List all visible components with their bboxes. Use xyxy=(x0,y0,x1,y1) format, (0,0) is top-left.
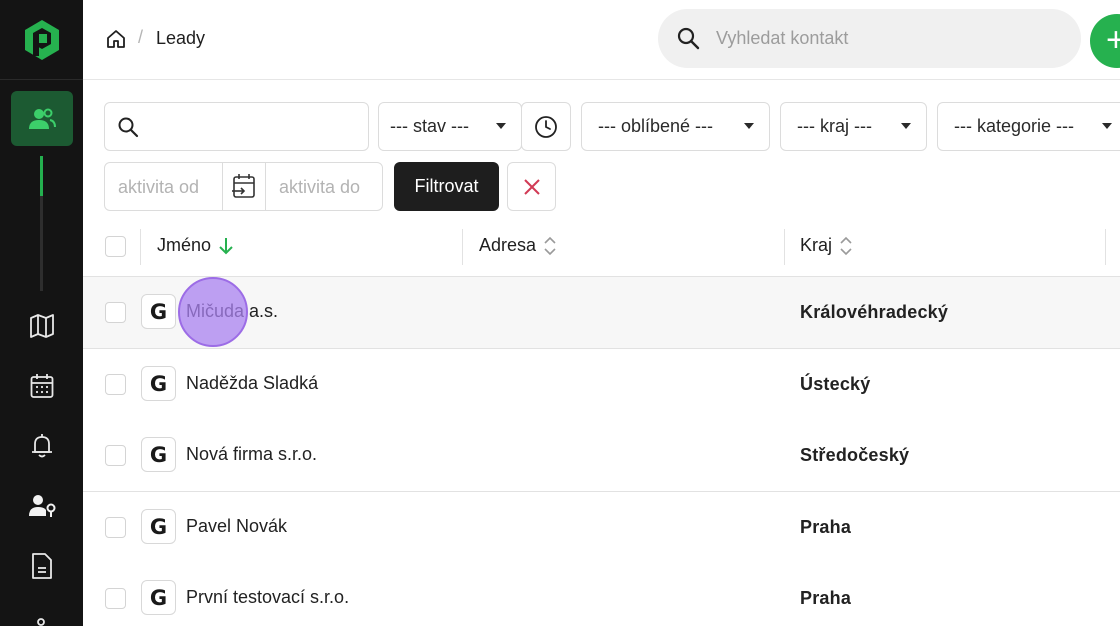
favorites-select-label: --- oblíbené --- xyxy=(598,116,714,136)
breadcrumb-separator: / xyxy=(138,27,144,47)
add-lead-button[interactable]: + xyxy=(1090,14,1120,68)
select-all-checkbox[interactable] xyxy=(105,236,126,257)
category-select[interactable]: --- kategorie --- xyxy=(937,102,1120,151)
table-row[interactable]: G První testovací s.r.o. Praha xyxy=(83,563,1120,626)
lead-region: Královéhradecký xyxy=(800,302,949,322)
nav-leads[interactable] xyxy=(11,91,73,146)
row-checkbox[interactable] xyxy=(105,517,126,538)
table-search xyxy=(104,102,369,151)
breadcrumb-current: Leady xyxy=(156,28,206,48)
history-button[interactable] xyxy=(521,102,571,151)
nav-track-active xyxy=(40,156,43,196)
chevron-down-icon xyxy=(901,123,911,129)
home-icon[interactable] xyxy=(105,28,127,50)
sidebar xyxy=(0,0,83,626)
close-icon xyxy=(523,178,540,195)
table-search-input[interactable] xyxy=(147,113,357,141)
lead-name-link[interactable]: Nová firma s.r.o. xyxy=(186,444,317,465)
top-header: / Leady + xyxy=(83,0,1120,80)
lead-name-link[interactable]: První testovací s.r.o. xyxy=(186,587,349,608)
sort-icon xyxy=(840,236,852,255)
google-source-badge: G xyxy=(141,580,176,615)
bell-icon[interactable] xyxy=(27,431,57,461)
lead-name-link[interactable]: Mičuda a.s. xyxy=(186,301,278,322)
lead-name-link[interactable]: Pavel Novák xyxy=(186,516,287,537)
lead-region: Středočeský xyxy=(800,445,910,465)
activity-to-input[interactable] xyxy=(279,173,377,201)
map-icon[interactable] xyxy=(27,311,57,341)
status-select-label: --- stav --- xyxy=(390,116,469,136)
column-name-label: Jméno xyxy=(157,235,212,255)
sort-icon xyxy=(544,236,556,255)
filter-button[interactable]: Filtrovat xyxy=(394,162,499,211)
google-source-badge: G xyxy=(141,294,176,329)
search-icon xyxy=(118,117,139,138)
lead-region: Ústecký xyxy=(800,374,871,394)
table-row[interactable]: G Pavel Novák Praha xyxy=(83,492,1120,564)
document-icon[interactable] xyxy=(27,551,57,581)
date-range-icon[interactable] xyxy=(223,163,265,210)
column-name-header[interactable]: Jméno xyxy=(157,235,233,256)
lead-region: Praha xyxy=(800,517,852,537)
activity-from-input[interactable] xyxy=(118,173,220,201)
row-checkbox[interactable] xyxy=(105,374,126,395)
lead-name-link[interactable]: Naděžda Sladká xyxy=(186,373,318,394)
table-row[interactable]: G Mičuda a.s. Královéhradecký xyxy=(83,277,1120,349)
table-header: Jméno Adresa Kraj xyxy=(83,217,1120,277)
activity-date-range xyxy=(104,162,383,211)
lead-region: Praha xyxy=(800,588,852,608)
chevron-down-icon xyxy=(496,123,506,129)
chevron-down-icon xyxy=(744,123,754,129)
column-address-label: Adresa xyxy=(479,235,537,255)
clear-filters-button[interactable] xyxy=(507,162,556,211)
table-row[interactable]: G Nová firma s.r.o. Středočeský xyxy=(83,420,1120,492)
column-region-label: Kraj xyxy=(800,235,833,255)
contact-search-input[interactable] xyxy=(716,23,1056,53)
column-address-header[interactable]: Adresa xyxy=(479,235,556,256)
calendar-icon[interactable] xyxy=(27,371,57,401)
sort-desc-icon xyxy=(219,237,233,254)
google-source-badge: G xyxy=(141,366,176,401)
clock-icon xyxy=(535,115,557,138)
row-checkbox[interactable] xyxy=(105,302,126,323)
partial-nav-icon[interactable] xyxy=(27,608,57,626)
user-key-icon[interactable] xyxy=(27,491,57,521)
logo-icon[interactable] xyxy=(0,0,83,80)
users-icon xyxy=(29,108,56,129)
region-select[interactable]: --- kraj --- xyxy=(780,102,927,151)
google-source-badge: G xyxy=(141,509,176,544)
google-source-badge: G xyxy=(141,437,176,472)
favorites-select[interactable]: --- oblíbené --- xyxy=(581,102,770,151)
contact-search xyxy=(658,9,1081,68)
row-checkbox[interactable] xyxy=(105,445,126,466)
chevron-down-icon xyxy=(1102,123,1112,129)
region-select-label: --- kraj --- xyxy=(797,116,872,136)
category-select-label: --- kategorie --- xyxy=(954,116,1075,136)
row-checkbox[interactable] xyxy=(105,588,126,609)
status-select[interactable]: --- stav --- xyxy=(378,102,522,151)
table-row[interactable]: G Naděžda Sladká Ústecký xyxy=(83,349,1120,421)
column-region-header[interactable]: Kraj xyxy=(800,235,852,256)
search-icon xyxy=(677,27,700,50)
